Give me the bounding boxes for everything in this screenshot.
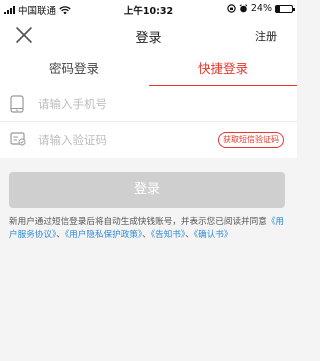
tab-quick-login[interactable]: 快捷登录	[149, 52, 297, 86]
status-bar: 中国联通 上午10:32 24%	[0, 0, 297, 19]
code-input[interactable]	[38, 130, 198, 150]
notice-separator: 、	[56, 230, 65, 240]
battery-icon	[275, 4, 295, 13]
register-link[interactable]: 注册	[255, 28, 277, 44]
notice-text: 新用户通过短信登录后将自动生成快钱账号，并表示您已阅读并同意	[9, 217, 267, 227]
agreement-notice: 新用户通过短信登录后将自动生成快钱账号，并表示您已阅读并同意《用户服务协议》、《…	[9, 216, 289, 242]
get-sms-code-button[interactable]: 获取短信验证码	[218, 132, 284, 148]
rotation-lock-icon	[227, 4, 236, 13]
code-row: 获取短信验证码	[0, 122, 297, 158]
login-tabs: 密码登录 快捷登录	[0, 52, 297, 86]
notification-letter-link[interactable]: 《告知书》	[151, 230, 185, 240]
phone-row	[0, 86, 297, 122]
battery-percent: 24%	[250, 3, 272, 14]
login-button[interactable]: 登录	[9, 172, 285, 208]
phone-input[interactable]	[38, 94, 198, 114]
battery-level	[276, 5, 280, 12]
alarm-icon	[239, 4, 248, 13]
verification-code-icon	[10, 132, 26, 146]
phone-icon	[10, 95, 24, 113]
notice-separator: 、	[185, 230, 194, 240]
nav-bar: 登录 注册	[0, 19, 297, 52]
login-form: 获取短信验证码	[0, 86, 297, 158]
confirmation-letter-link[interactable]: 《确认书》	[194, 230, 233, 240]
notice-separator: 、	[142, 230, 151, 240]
status-right: 24%	[227, 3, 295, 14]
page-title: 登录	[135, 31, 162, 46]
tab-password-login[interactable]: 密码登录	[0, 52, 148, 86]
privacy-policy-link[interactable]: 《用户隐私保护政策》	[65, 230, 142, 240]
